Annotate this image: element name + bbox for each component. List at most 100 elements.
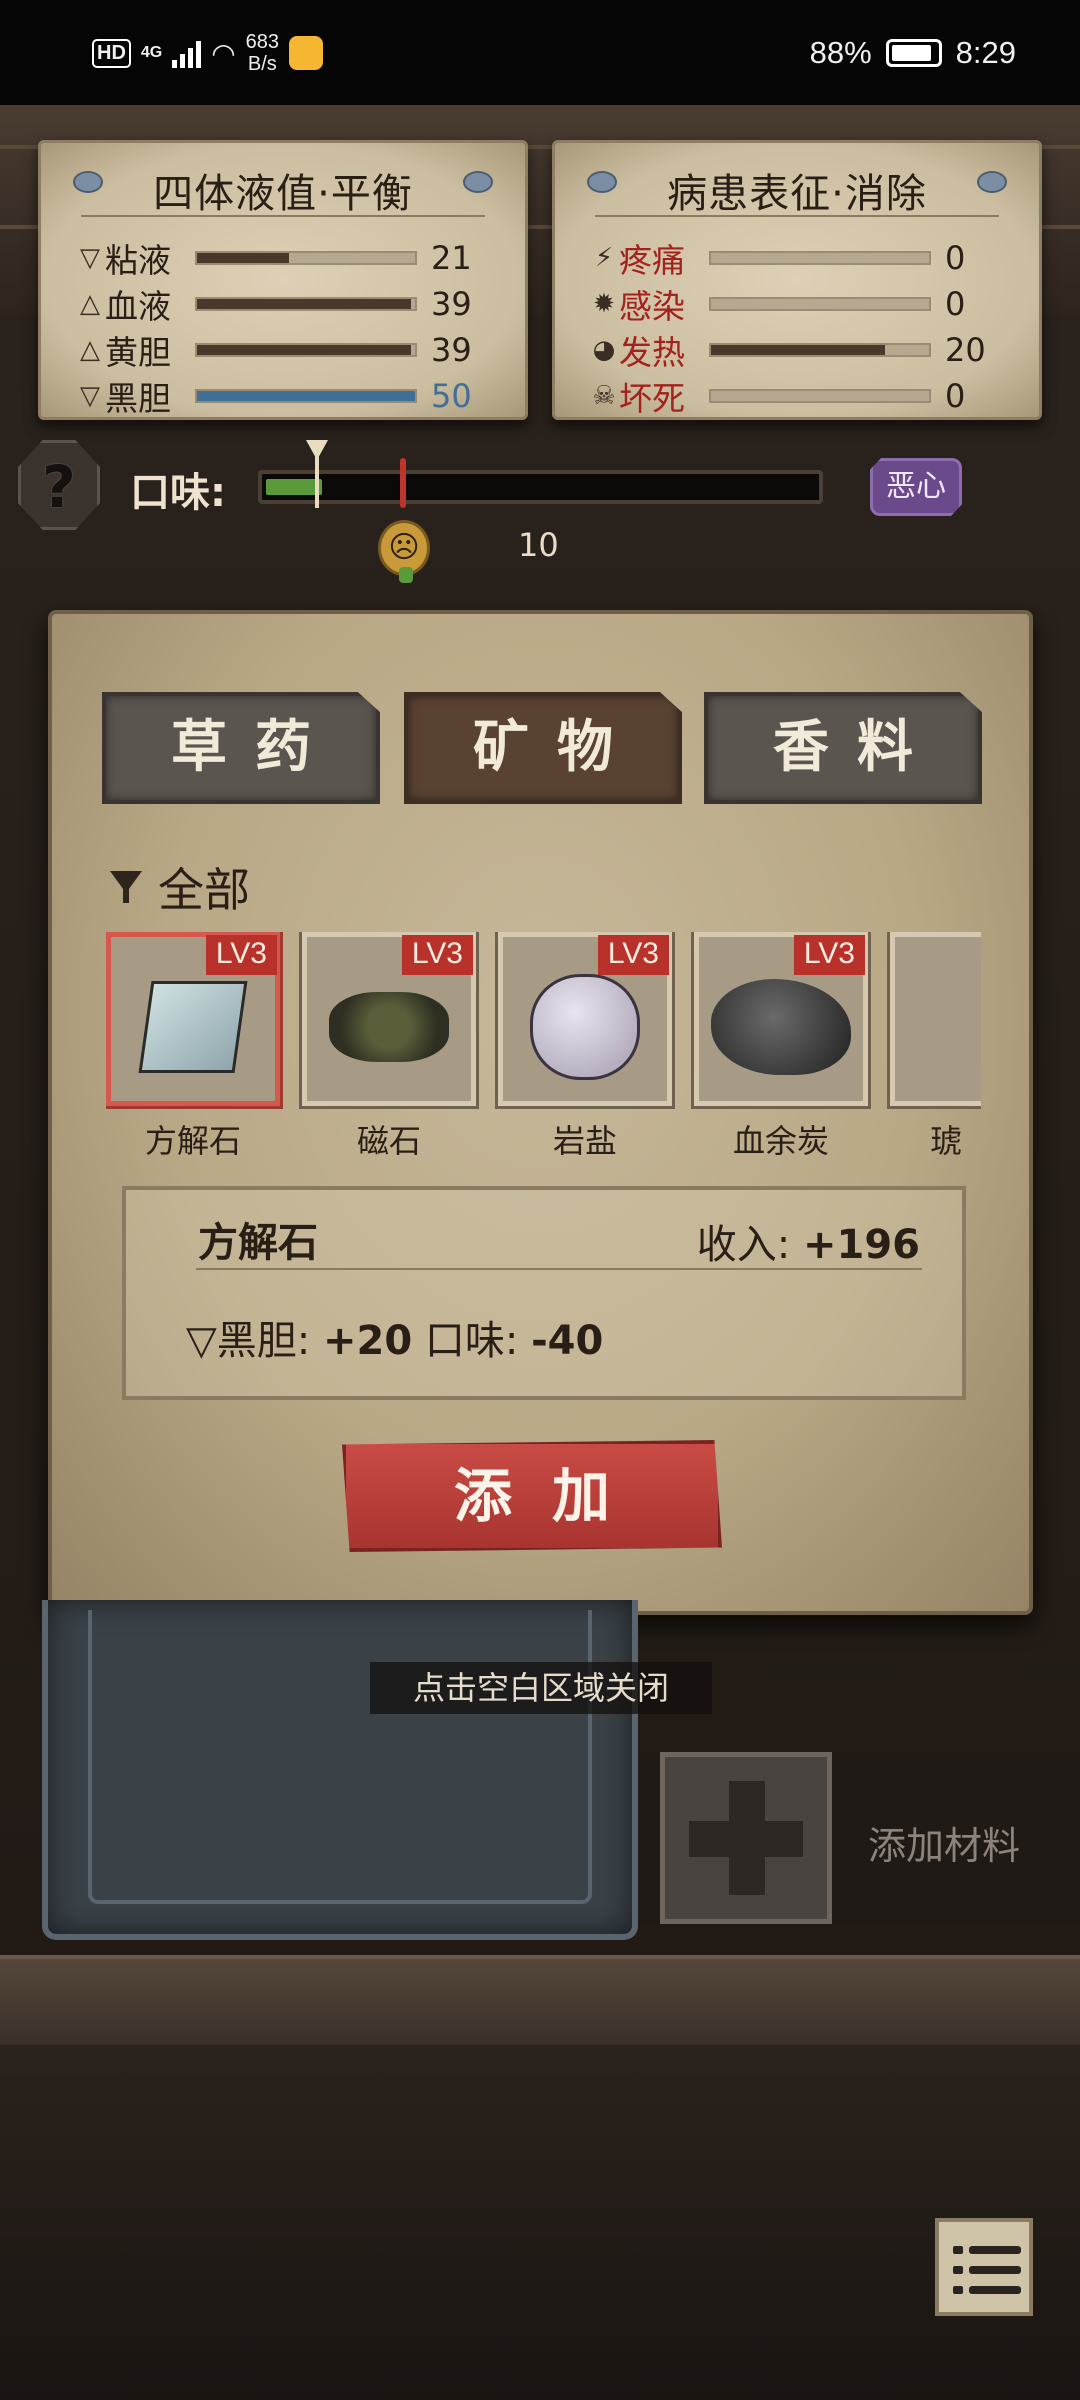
humor-bar — [195, 297, 417, 311]
wifi-icon: ◠ — [211, 37, 236, 69]
divider — [196, 1268, 922, 1270]
list-icon — [953, 2266, 963, 2274]
humor-row-blood: △ 血液 39 — [75, 283, 495, 326]
list-icon — [969, 2286, 1021, 2294]
list-icon — [969, 2266, 1021, 2274]
ingredient-panel: 草药 矿物 香料 全部 LV3 方解石 LV3 磁石 LV3 岩盐 LV3 血余… — [48, 610, 1033, 1615]
battery-percent: 88% — [809, 35, 872, 70]
mixing-cabinet — [42, 1600, 638, 1940]
humor-row-yellow-bile: △ 黄胆 39 — [75, 329, 495, 372]
item-name: 岩盐 — [552, 1122, 617, 1160]
detail-income: 收入: +196 — [697, 1212, 920, 1270]
symptom-value: 0 — [945, 285, 966, 323]
effect-value: -40 — [531, 1318, 604, 1364]
item-rock-salt[interactable]: LV3 岩盐 — [495, 932, 675, 1162]
symptom-value: 0 — [945, 377, 966, 415]
humor-bar — [195, 251, 417, 265]
black-bile-triangle-icon: ▽ — [186, 1318, 217, 1364]
blood-triangle-icon: △ — [80, 289, 100, 319]
wood-shelf — [0, 1955, 1080, 2045]
item-name: 磁石 — [356, 1122, 421, 1160]
humors-card: 四体液值·平衡 ▽ 粘液 21 △ 血液 39 △ 黄胆 39 ▽ 黑胆 50 — [38, 140, 528, 420]
necrosis-skull-icon: ☠ — [592, 381, 616, 411]
filter-dropdown[interactable]: 全部 — [108, 854, 250, 920]
humor-bar-fill — [197, 253, 289, 263]
clock: 8:29 — [955, 35, 1016, 70]
humor-label: 血液 — [105, 287, 171, 326]
humor-label: 黑胆 — [105, 379, 171, 418]
network-type: 4G — [140, 44, 163, 61]
yellow-bile-triangle-icon: △ — [80, 335, 100, 365]
symptom-bar — [709, 251, 931, 265]
symptom-label: 坏死 — [619, 379, 685, 418]
taste-value: 10 — [518, 526, 559, 564]
tab-spices[interactable]: 香料 — [704, 692, 982, 804]
symptom-value: 0 — [945, 239, 966, 277]
item-magnet[interactable]: LV3 磁石 — [299, 932, 479, 1162]
item-amber[interactable]: 琥 — [887, 932, 981, 1162]
taste-threshold-marker — [400, 458, 406, 508]
tab-herbs[interactable]: 草药 — [102, 692, 380, 804]
humor-bar-fill — [197, 299, 411, 309]
item-calcite[interactable]: LV3 方解石 — [106, 932, 283, 1162]
humor-row-black-bile: ▽ 黑胆 50 — [75, 375, 495, 418]
tab-minerals[interactable]: 矿物 — [404, 692, 682, 804]
symptom-row-pain: ⚡ 疼痛 0 — [589, 237, 1009, 280]
item-frame: LV3 — [495, 932, 675, 1109]
humor-bar — [195, 343, 417, 357]
detail-item-name: 方解石 — [198, 1220, 318, 1266]
magnetite-icon — [329, 992, 449, 1063]
notification-app-icon — [289, 36, 324, 70]
symptoms-card: 病患表征·消除 ⚡ 疼痛 0 ✹ 感染 0 ◕ 发热 20 ☠ 坏死 0 — [552, 140, 1042, 420]
battery-icon — [885, 39, 942, 67]
symptoms-title: 病患表征·消除 — [667, 171, 927, 217]
symptom-value: 20 — [945, 331, 986, 369]
symptom-bar — [709, 297, 931, 311]
humor-value: 39 — [431, 331, 472, 369]
filter-icon — [108, 867, 148, 907]
humor-value: 21 — [431, 239, 472, 277]
symptom-row-infection: ✹ 感染 0 — [589, 283, 1009, 326]
taste-pointer-icon — [306, 440, 328, 508]
humor-bar — [195, 389, 417, 403]
income-label: 收入: — [696, 1222, 791, 1268]
humor-row-phlegm: ▽ 粘液 21 — [75, 237, 495, 280]
network-speed: 683 B/s — [246, 31, 279, 75]
symptom-row-fever: ◕ 发热 20 — [589, 329, 1009, 372]
effect-label: 黑胆: — [216, 1318, 311, 1364]
list-icon — [953, 2286, 963, 2294]
fever-icon: ◕ — [592, 335, 616, 365]
pain-icon: ⚡ — [594, 243, 614, 273]
question-mark-icon: ? — [42, 453, 76, 521]
divider — [81, 215, 485, 217]
black-bile-triangle-icon: ▽ — [80, 381, 100, 411]
add-material-slot[interactable] — [660, 1752, 832, 1924]
level-badge: LV3 — [597, 935, 669, 975]
status-bar: HD 4G ◠ 683 B/s 88% 8:29 — [0, 0, 1080, 105]
item-frame — [887, 932, 981, 1109]
add-button[interactable]: 添加 — [342, 1440, 722, 1552]
speed-unit: B/s — [247, 53, 277, 75]
speed-value: 683 — [245, 31, 280, 53]
add-material-label: 添加材料 — [868, 1824, 1021, 1868]
list-icon — [953, 2246, 963, 2254]
calcite-icon — [138, 981, 248, 1074]
taste-bar-fill — [266, 479, 322, 495]
item-hair-charcoal[interactable]: LV3 血余炭 — [691, 932, 871, 1162]
humor-bar-fill — [197, 345, 411, 355]
hd-indicator: HD — [92, 38, 131, 68]
item-list[interactable]: LV3 方解石 LV3 磁石 LV3 岩盐 LV3 血余炭 琥 — [106, 932, 981, 1162]
level-badge: LV3 — [205, 935, 277, 975]
infection-icon: ✹ — [593, 289, 615, 319]
menu-list-button[interactable] — [935, 2218, 1033, 2316]
plus-icon — [689, 1821, 803, 1857]
close-hint: 点击空白区域关闭 — [370, 1662, 712, 1714]
humors-title: 四体液值·平衡 — [153, 171, 413, 217]
rock-salt-icon — [530, 974, 640, 1081]
symptom-label: 发热 — [619, 333, 685, 372]
filter-label: 全部 — [158, 863, 250, 917]
level-badge: LV3 — [401, 935, 473, 975]
item-frame: LV3 — [691, 932, 871, 1109]
level-badge: LV3 — [793, 935, 865, 975]
taste-label: 口味: — [130, 470, 226, 516]
